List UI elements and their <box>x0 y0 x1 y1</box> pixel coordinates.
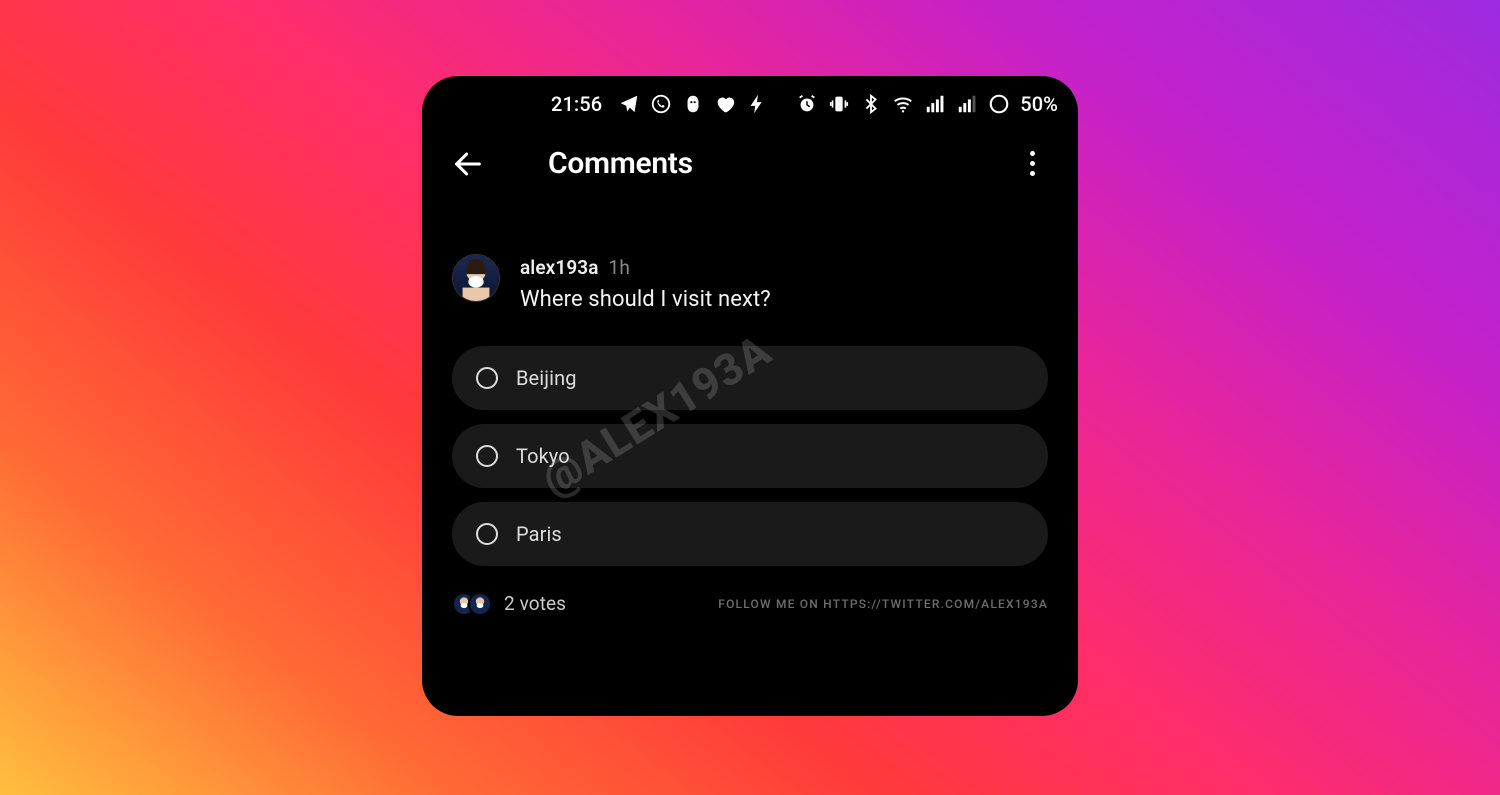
radio-icon <box>476 445 498 467</box>
signal-2-icon <box>956 93 978 115</box>
duolingo-icon <box>682 93 704 115</box>
data-saver-icon <box>988 93 1010 115</box>
whatsapp-icon <box>650 93 672 115</box>
back-button[interactable] <box>444 140 492 188</box>
wifi-icon <box>892 93 914 115</box>
poll-footer: 2 votes FOLLOW ME ON HTTPS://TWITTER.COM… <box>422 566 1078 616</box>
kebab-icon <box>1030 151 1035 176</box>
post-body: alex193a 1h Where should I visit next? <box>520 254 771 312</box>
more-options-button[interactable] <box>1008 140 1056 188</box>
radio-icon <box>476 367 498 389</box>
option-label: Beijing <box>516 366 577 390</box>
comment-post: alex193a 1h Where should I visit next? <box>422 210 1078 322</box>
arrow-left-icon <box>451 147 485 181</box>
page-title: Comments <box>548 146 693 181</box>
poll-option-2[interactable]: Tokyo <box>452 424 1048 488</box>
voter-avatars[interactable] <box>452 592 492 616</box>
follow-caption: FOLLOW ME ON HTTPS://TWITTER.COM/ALEX193… <box>718 597 1048 611</box>
status-bar: 21:56 50% <box>422 76 1078 132</box>
app-header: Comments <box>422 132 1078 210</box>
status-time: 21:56 <box>551 92 602 116</box>
option-label: Paris <box>516 522 562 546</box>
poll-options: Beijing Tokyo Paris <box>422 322 1078 566</box>
gradient-background: 21:56 50% Commen <box>0 0 1500 795</box>
signal-icon <box>924 93 946 115</box>
poll-option-3[interactable]: Paris <box>452 502 1048 566</box>
screen: 21:56 50% Commen <box>422 76 1078 716</box>
radio-icon <box>476 523 498 545</box>
author-avatar[interactable] <box>452 254 500 302</box>
heart-icon <box>714 93 736 115</box>
option-label: Tokyo <box>516 444 570 468</box>
battery-text: 50% <box>1020 92 1058 116</box>
post-time: 1h <box>609 256 630 279</box>
vote-count[interactable]: 2 votes <box>504 592 566 615</box>
voter-avatar <box>468 592 492 616</box>
post-meta: alex193a 1h <box>520 254 771 279</box>
telegram-icon <box>618 93 640 115</box>
alarm-icon <box>796 93 818 115</box>
author-username[interactable]: alex193a <box>520 256 599 279</box>
device-frame: 21:56 50% Commen <box>422 76 1078 716</box>
poll-option-1[interactable]: Beijing <box>452 346 1048 410</box>
bolt-icon <box>746 93 768 115</box>
bluetooth-icon <box>860 93 882 115</box>
vibrate-icon <box>828 93 850 115</box>
post-text: Where should I visit next? <box>520 287 771 312</box>
